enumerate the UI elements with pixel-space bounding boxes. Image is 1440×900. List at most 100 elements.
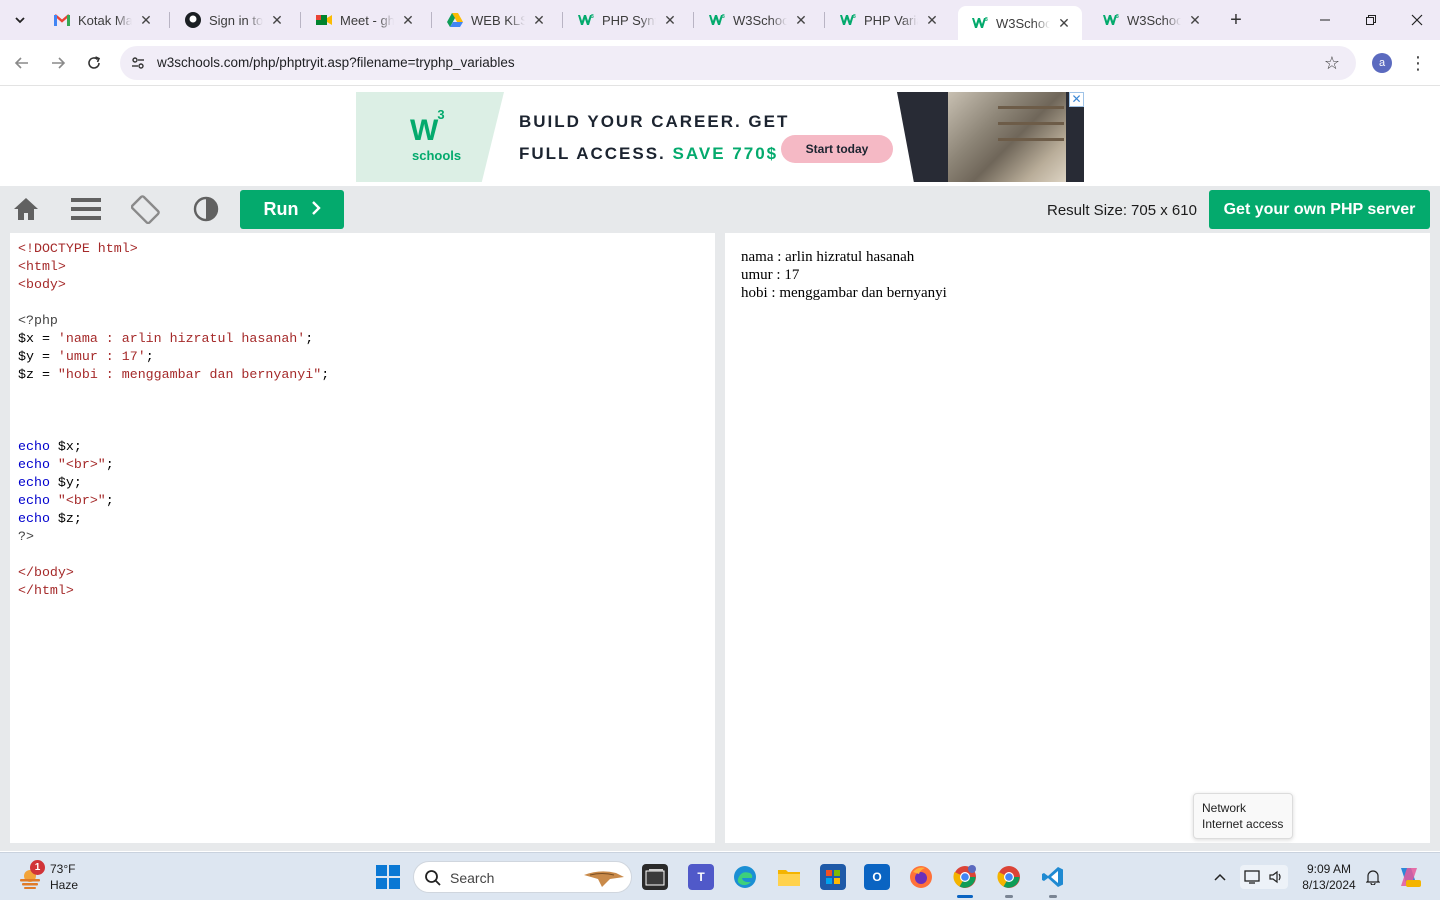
url-text[interactable]: w3schools.com/php/phptryit.asp?filename=… <box>157 55 515 70</box>
weather-temp: 73°F <box>50 862 76 876</box>
restore-icon <box>1366 15 1376 25</box>
code-line[interactable]: <html> <box>18 258 329 276</box>
teams-icon[interactable]: T <box>688 864 714 890</box>
bookmark-star-icon[interactable]: ☆ <box>1322 53 1342 73</box>
tooltip-subtitle: Internet access <box>1202 817 1284 831</box>
network-tooltip: Network Internet access <box>1193 793 1293 839</box>
store-icon[interactable] <box>820 864 846 890</box>
site-info-icon[interactable] <box>128 53 148 73</box>
browser-toolbar: w3schools.com/php/phptryit.asp?filename=… <box>0 40 1440 86</box>
chrome-profile-icon[interactable] <box>952 864 978 890</box>
code-line[interactable]: $z = "hobi : menggambar dan bernyanyi"; <box>18 366 329 384</box>
code-line[interactable]: ?> <box>18 528 329 546</box>
code-line[interactable]: ​ <box>18 294 329 312</box>
code-line[interactable]: <?php <box>18 312 329 330</box>
edge-icon[interactable] <box>732 864 758 890</box>
close-icon <box>1411 14 1423 26</box>
close-tab-icon[interactable]: ✕ <box>269 12 285 28</box>
tab-separator <box>169 12 170 28</box>
weather-widget[interactable]: 1 73°F Haze <box>18 860 128 896</box>
taskbar: 1 73°F Haze Search T O 9:09 AM 8/13/2024 <box>0 852 1440 900</box>
new-tab-button[interactable]: + <box>1224 8 1248 32</box>
vscode-icon[interactable] <box>1040 864 1066 890</box>
result-size: Result Size: 705 x 610 <box>1047 202 1197 219</box>
browser-tab[interactable]: Sign in to GitHub ✕ <box>171 0 295 40</box>
browser-tab[interactable]: 3 W3Schools ✕ <box>695 0 819 40</box>
firefox-icon[interactable] <box>908 864 934 890</box>
show-hidden-icons-chevron-up-icon[interactable] <box>1210 865 1230 889</box>
close-tab-icon[interactable]: ✕ <box>1187 12 1203 28</box>
taskbar-search[interactable]: Search <box>413 861 632 893</box>
outlook-icon[interactable]: O <box>864 864 890 890</box>
code-line[interactable]: echo $z; <box>18 510 329 528</box>
close-tab-icon[interactable]: ✕ <box>662 12 678 28</box>
tab-separator <box>693 12 694 28</box>
windows-start-icon[interactable] <box>376 865 400 889</box>
forward-button[interactable] <box>44 49 72 77</box>
address-bar[interactable]: w3schools.com/php/phptryit.asp?filename=… <box>120 46 1356 80</box>
browser-tab[interactable]: 3 PHP Variables ✕ <box>826 0 950 40</box>
close-tab-icon[interactable]: ✕ <box>793 12 809 28</box>
arrow-left-icon <box>14 57 28 69</box>
code-line[interactable]: </html> <box>18 582 329 600</box>
code-line[interactable]: <!DOCTYPE html> <box>18 240 329 258</box>
code-line[interactable]: echo $y; <box>18 474 329 492</box>
get-php-server-button[interactable]: Get your own PHP server <box>1209 190 1430 229</box>
close-tab-icon[interactable]: ✕ <box>400 12 416 28</box>
result-line: umur : 17 <box>741 267 800 283</box>
theme-toggle-icon[interactable] <box>190 194 222 224</box>
profile-avatar[interactable]: a <box>1372 53 1392 73</box>
copilot-icon[interactable] <box>1396 865 1422 889</box>
chrome-icon[interactable] <box>996 864 1022 890</box>
browser-tab[interactable]: Kotak Masuk ✕ <box>40 0 164 40</box>
code-line[interactable]: ​ <box>18 402 329 420</box>
code-text[interactable]: <!DOCTYPE html><html><body>​<?php$x = 'n… <box>18 240 329 600</box>
github-icon <box>185 12 201 28</box>
network-volume-tray[interactable] <box>1240 865 1288 889</box>
close-tab-icon[interactable]: ✕ <box>924 12 940 28</box>
ad-start-today-button[interactable]: Start today <box>781 135 893 163</box>
code-line[interactable]: echo "<br>"; <box>18 456 329 474</box>
restore-button[interactable] <box>1348 0 1394 40</box>
chevron-right-icon <box>311 199 321 220</box>
task-view-icon[interactable] <box>642 864 668 890</box>
code-line[interactable]: $y = 'umur : 17'; <box>18 348 329 366</box>
run-button[interactable]: Run <box>240 190 344 229</box>
tab-search-button[interactable] <box>6 6 34 34</box>
menu-icon[interactable] <box>70 194 102 224</box>
search-placeholder: Search <box>450 870 495 886</box>
code-line[interactable]: ​ <box>18 420 329 438</box>
file-explorer-icon[interactable] <box>776 864 802 890</box>
close-tab-icon[interactable]: ✕ <box>138 12 154 28</box>
code-line[interactable]: echo $x; <box>18 438 329 456</box>
browser-tab[interactable]: WEB KLS 11 ✕ <box>433 0 557 40</box>
svg-text:3: 3 <box>722 14 725 20</box>
code-line[interactable]: $x = 'nama : arlin hizratul hasanah'; <box>18 330 329 348</box>
code-line[interactable]: <body> <box>18 276 329 294</box>
back-button[interactable] <box>8 49 36 77</box>
browser-tab[interactable]: Meet - ghn ✕ <box>302 0 426 40</box>
system-clock[interactable]: 9:09 AM 8/13/2024 <box>1296 861 1362 893</box>
browser-menu-icon[interactable]: ⋮ <box>1408 51 1428 75</box>
code-line[interactable]: ​ <box>18 546 329 564</box>
ad-banner[interactable]: W3 schools BUILD YOUR CAREER. GET FULL A… <box>356 92 1084 182</box>
code-line[interactable]: echo "<br>"; <box>18 492 329 510</box>
reload-button[interactable] <box>80 49 108 77</box>
ad-headline-1: BUILD YOUR CAREER. GET <box>519 112 790 131</box>
browser-tab[interactable]: 3 W3Schools ✕ <box>958 6 1082 40</box>
close-window-button[interactable] <box>1394 0 1440 40</box>
close-tab-icon[interactable]: ✕ <box>531 12 547 28</box>
code-line[interactable]: ​ <box>18 384 329 402</box>
home-icon[interactable] <box>10 194 42 224</box>
code-editor[interactable]: <!DOCTYPE html><html><body>​<?php$x = 'n… <box>10 233 715 843</box>
notification-bell-icon[interactable] <box>1364 865 1382 889</box>
close-tab-icon[interactable]: ✕ <box>1056 15 1072 31</box>
minimize-button[interactable] <box>1302 0 1348 40</box>
browser-tab[interactable]: 3 W3Schools ✕ <box>1089 0 1213 40</box>
volume-icon <box>1269 870 1281 884</box>
browser-tab[interactable]: 3 PHP Syntax ✕ <box>564 0 688 40</box>
rotate-layout-icon[interactable] <box>130 194 162 224</box>
svg-text:3: 3 <box>853 14 856 20</box>
code-line[interactable]: </body> <box>18 564 329 582</box>
ad-close-icon[interactable]: ✕ <box>1069 92 1084 107</box>
